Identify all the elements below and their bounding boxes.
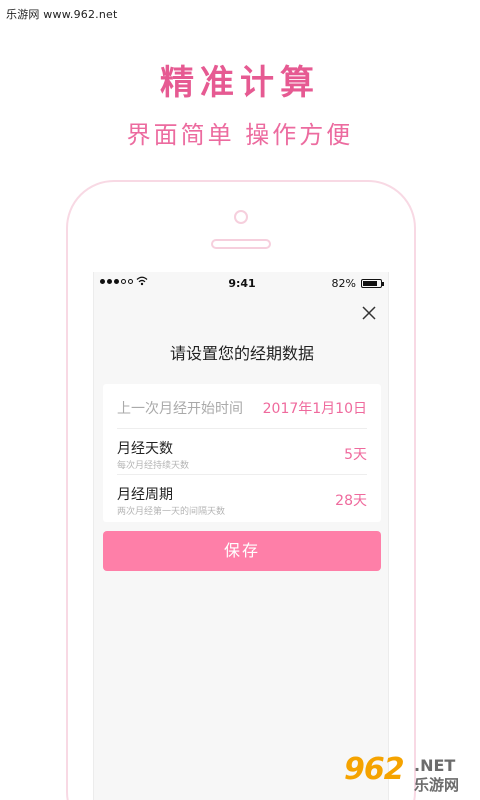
row-period-days[interactable]: 月经天数 每次月经持续天数 5天: [117, 430, 367, 475]
speaker-icon: [211, 239, 271, 249]
headline-title: 精准计算: [160, 63, 320, 103]
status-bar: 9:41 82%: [94, 272, 388, 294]
close-button[interactable]: [358, 302, 380, 324]
battery-icon: [361, 279, 384, 288]
logo-net: .NET: [414, 756, 456, 775]
row-sublabel: 每次月经持续天数: [117, 461, 190, 471]
row-label: 月经天数: [117, 441, 173, 457]
logo-cn: 乐游网: [414, 776, 460, 794]
row-cycle-length[interactable]: 月经周期 两次月经第一天的间隔天数 28天: [117, 476, 367, 521]
row-value: 5天: [344, 447, 367, 463]
site-logo: 962 .NET 乐游网: [344, 752, 474, 794]
dialog-title: 请设置您的经期数据: [169, 344, 314, 363]
row-value: 2017年1月10日: [262, 401, 367, 417]
headline-subtitle: 界面简单 操作方便: [126, 121, 354, 149]
close-icon: [362, 306, 376, 320]
camera-icon: [234, 210, 248, 224]
row-label: 上一次月经开始时间: [117, 401, 243, 417]
battery-percent: 82%: [331, 277, 356, 290]
row-value: 28天: [335, 493, 367, 509]
row-sublabel: 两次月经第一天的间隔天数: [117, 507, 226, 517]
logo-number: 962: [344, 752, 405, 787]
save-button[interactable]: 保存: [103, 531, 381, 571]
watermark-text: 乐游网 www.962.net: [6, 8, 118, 21]
row-last-period-start[interactable]: 上一次月经开始时间 2017年1月10日: [117, 384, 367, 429]
row-label: 月经周期: [117, 487, 173, 503]
phone-screen: 9:41 82% 请设置您的经期数据 上一次月经开始时间 2017年1月10日 …: [93, 272, 389, 800]
settings-card: 上一次月经开始时间 2017年1月10日 月经天数 每次月经持续天数 5天 月经…: [103, 384, 381, 522]
